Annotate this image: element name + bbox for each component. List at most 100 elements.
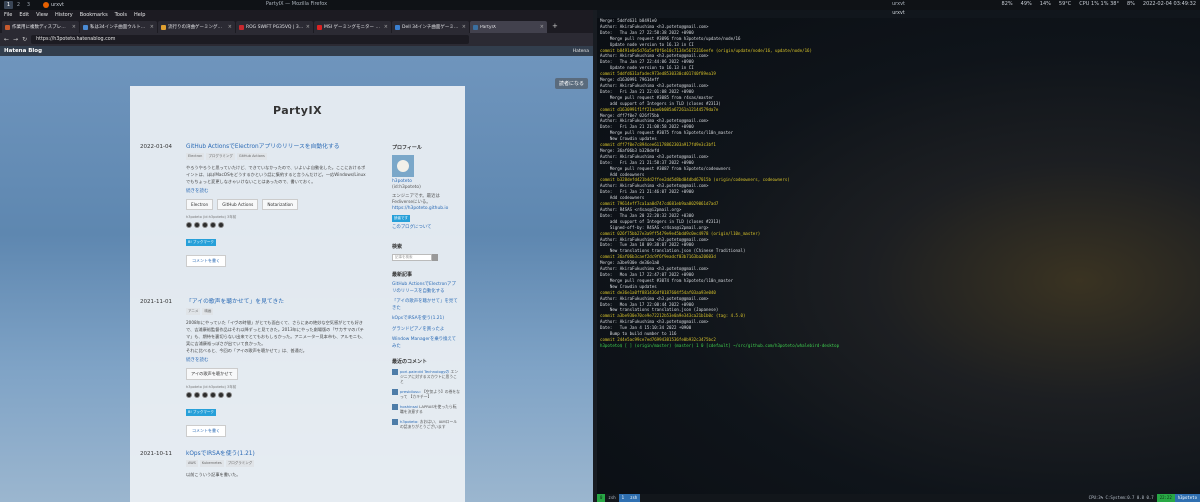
recent-comment[interactable]: h3poteto: おおはい、IAMロールの話ありがとうございます	[392, 419, 460, 429]
brightness-indicator[interactable]: 82%	[1002, 1, 1013, 7]
entry-tag[interactable]: Kubernetes	[199, 460, 224, 467]
star-icon[interactable]	[202, 392, 208, 398]
entry-date[interactable]: 2021-10-11	[140, 451, 172, 457]
entry-tag[interactable]: 映画	[202, 308, 214, 315]
entry-tag[interactable]: Electron	[186, 153, 205, 160]
entry-tag[interactable]: アニメ	[186, 308, 201, 315]
reader-button[interactable]: 読者です	[392, 215, 410, 222]
recent-entry-link[interactable]: kOpsでIRSAを使う(1.21)	[392, 316, 460, 323]
star-icon[interactable]	[226, 392, 232, 398]
profile-link[interactable]: https://h3poteto.github.io	[392, 206, 460, 212]
url-bar[interactable]: https://h3poteto.hatenablog.com	[31, 35, 469, 44]
comment-button[interactable]: コメントを書く	[186, 255, 226, 267]
hatena-menu-link[interactable]: Hatena	[573, 49, 589, 54]
category-link[interactable]: Notarization	[262, 199, 298, 210]
entry-tag[interactable]: AWS	[186, 460, 198, 467]
browser-tab[interactable]: 作業用に複数ディスプレイを1 ×	[2, 21, 79, 33]
star-icon[interactable]	[194, 392, 200, 398]
menu-tools[interactable]: Tools	[115, 12, 127, 18]
recent-comment[interactable]: hoshinsai LAPRASを使ったら転職を決意する	[392, 404, 460, 414]
top-panel: 1 2 3 urxvt PartyIX — Mozilla Firefox ur…	[0, 0, 1200, 10]
profile-heading: プロフィール	[392, 145, 422, 151]
category-link[interactable]: GitHub Actions	[217, 199, 259, 210]
bookmark-button[interactable]: B! ブックマーク	[186, 409, 216, 416]
clock[interactable]: 2022-02-04 03:49:32	[1143, 1, 1196, 7]
star-icon[interactable]	[210, 222, 216, 228]
read-more-link[interactable]: 続きを読む	[186, 188, 368, 194]
terminal-output[interactable]: Merge: 5ddfd631 b8491e0 Author: AkiraFuku…	[600, 18, 1198, 349]
tmux-window-index[interactable]: 0	[597, 494, 606, 502]
close-icon[interactable]: ×	[306, 24, 310, 30]
menu-view[interactable]: View	[36, 12, 48, 18]
menu-bookmarks[interactable]: Bookmarks	[80, 12, 108, 18]
comment-button[interactable]: コメントを書く	[186, 425, 226, 437]
volume-indicator[interactable]: 49%	[1021, 1, 1032, 7]
back-icon[interactable]: ←	[4, 36, 9, 43]
browser-tab[interactable]: 私は34インチ曲面ウルトラワイ×	[80, 21, 157, 33]
entry-tag[interactable]: プログラミング	[225, 460, 255, 467]
tmux-window-name[interactable]: zsh	[627, 494, 641, 502]
category-links: アイの歌声を聴かせて	[186, 368, 368, 380]
close-icon[interactable]: ×	[462, 24, 466, 30]
entry-tag[interactable]: プログラミング	[206, 153, 235, 160]
cpu-indicator: CPU 1% 1% 38°	[1079, 1, 1119, 7]
menu-history[interactable]: History	[55, 12, 73, 18]
star-list	[186, 392, 368, 398]
entry-body: kOpsでIRSAを使う(1.21) AWS Kubernetes プログラミン…	[186, 451, 368, 478]
close-icon[interactable]: ×	[228, 24, 232, 30]
recent-entry-link[interactable]: 「アイの歌声を聴かせて」を見てきた	[392, 299, 460, 312]
entry-date[interactable]: 2022-01-04	[140, 144, 172, 150]
recent-entry-link[interactable]: GitHub ActionsでElectronアプリのリリースを自動化する	[392, 282, 460, 295]
browser-tab[interactable]: MSI ゲーミングモニター Optix ×	[314, 21, 391, 33]
close-icon[interactable]: ×	[540, 24, 544, 30]
new-tab-icon[interactable]: +	[548, 20, 562, 33]
forward-icon[interactable]: →	[13, 36, 18, 43]
reload-icon[interactable]: ↻	[22, 36, 27, 43]
tmux-window-index[interactable]: 1	[618, 494, 628, 502]
menu-help[interactable]: Help	[134, 12, 145, 18]
entry-excerpt: 以前こういう記事を書いた。	[186, 472, 241, 477]
browser-tab[interactable]: 流行りの湾曲ゲーミングモニター×	[158, 21, 235, 33]
hatena-logo[interactable]: Hatena Blog	[4, 48, 42, 54]
search-input[interactable]: 記事を検索	[392, 254, 432, 261]
menu-edit[interactable]: Edit	[19, 12, 29, 18]
avatar[interactable]	[392, 155, 414, 177]
star-icon[interactable]	[218, 222, 224, 228]
blog-title[interactable]: PartyIX	[130, 104, 465, 117]
close-icon[interactable]: ×	[384, 24, 388, 30]
tab-label: ROG SWIFT PG35VQ | 34インチ	[246, 25, 304, 30]
star-icon[interactable]	[186, 222, 192, 228]
browser-tab[interactable]: Dell 34インチ曲面ゲーミング ×	[392, 21, 469, 33]
cat-icon	[397, 160, 409, 172]
read-more-link[interactable]: 続きを読む	[186, 357, 368, 363]
star-icon[interactable]	[202, 222, 208, 228]
bookmark-button[interactable]: B! ブックマーク	[186, 239, 216, 246]
entry-tag[interactable]: GitHub Actions	[236, 153, 267, 160]
entry-date[interactable]: 2021-11-01	[140, 299, 172, 305]
search-icon[interactable]	[432, 254, 438, 261]
entry-title[interactable]: 「アイの歌声を聴かせて」を見てきた	[186, 299, 368, 306]
entry-title[interactable]: kOpsでIRSAを使う(1.21)	[186, 451, 368, 458]
browser-tab[interactable]: ROG SWIFT PG35VQ | 34インチ×	[236, 21, 313, 33]
close-icon[interactable]: ×	[150, 24, 154, 30]
star-icon[interactable]	[218, 392, 224, 398]
star-icon[interactable]	[210, 392, 216, 398]
recent-entry-link[interactable]: Window Managerを乗り換えてみた	[392, 337, 460, 350]
star-icon[interactable]	[186, 392, 192, 398]
menu-file[interactable]: File	[4, 12, 12, 18]
tmux-window-name[interactable]: zsh	[605, 494, 618, 502]
about-link[interactable]: このブログについて	[392, 225, 460, 231]
star-icon[interactable]	[194, 222, 200, 228]
recent-heading: 最新記事	[392, 272, 413, 278]
recent-comment[interactable]: presbilusu: 【空気よう】の巻をなって 【カキチー】	[392, 389, 460, 399]
entry-title[interactable]: GitHub ActionsでElectronアプリのリリースを自動化する	[186, 144, 368, 151]
close-icon[interactable]: ×	[72, 24, 76, 30]
category-link[interactable]: Electron	[186, 199, 214, 210]
entry-excerpt: やろうやろうと思っていたけど、できていなかったので、いよいよ自動化した。ここにお…	[186, 165, 366, 184]
terminal-window[interactable]: urxvt Merge: 5ddfd631 b8491e0 Author: Aki…	[597, 10, 1200, 502]
category-link[interactable]: アイの歌声を聴かせて	[186, 368, 238, 380]
subscribe-button[interactable]: 読者になる	[554, 78, 588, 89]
recent-entry-link[interactable]: グランドピアノを買ったよ	[392, 327, 460, 334]
recent-comment[interactable]: pori-paie:dd Technologyの エンジニアに対するスカウトに思…	[392, 369, 460, 384]
browser-tab-active[interactable]: PartyIX ×	[470, 21, 547, 33]
